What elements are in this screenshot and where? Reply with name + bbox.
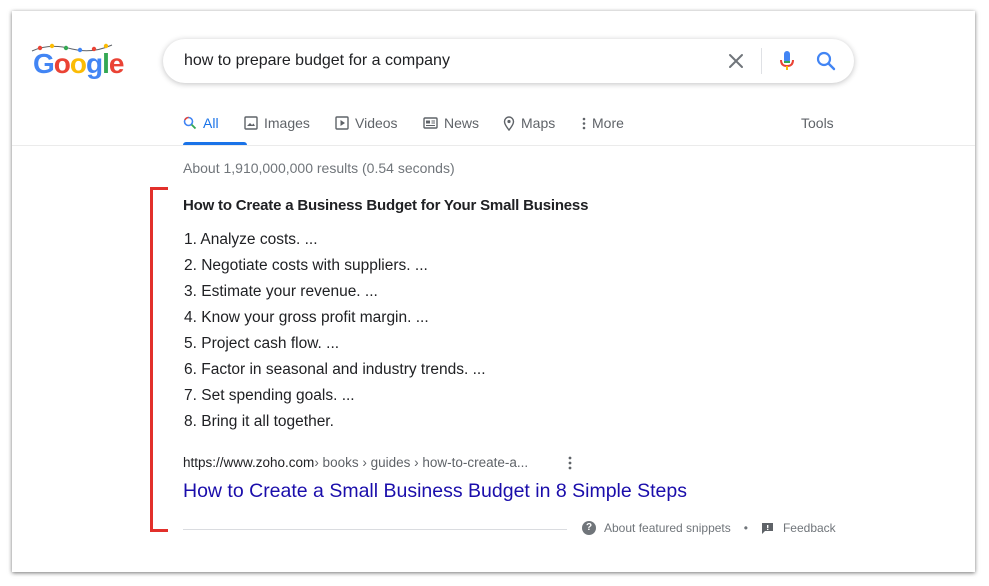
image-icon xyxy=(244,116,258,130)
tab-images[interactable]: Images xyxy=(244,115,310,145)
feedback-link[interactable]: Feedback xyxy=(783,521,836,535)
tab-label: All xyxy=(203,115,219,131)
list-item: 2. Negotiate costs with suppliers. ... xyxy=(184,257,428,274)
list-item: 1. Analyze costs. ... xyxy=(184,231,318,248)
tab-videos[interactable]: Videos xyxy=(335,115,398,145)
tab-more[interactable]: More xyxy=(582,115,624,145)
clear-icon[interactable] xyxy=(726,51,746,71)
result-title-link[interactable]: How to Create a Small Business Budget in… xyxy=(183,480,687,503)
list-item: 7. Set spending goals. ... xyxy=(184,387,355,404)
browser-page: Google how to prepare budget for a compa… xyxy=(12,11,975,572)
play-icon xyxy=(335,116,349,130)
search-divider xyxy=(761,48,762,74)
snippet-footer-divider xyxy=(183,529,567,530)
tab-label: Maps xyxy=(521,115,556,131)
cite-domain: https://www.zoho.com xyxy=(183,455,315,470)
google-logo[interactable]: Google xyxy=(33,49,124,79)
tab-maps[interactable]: Maps xyxy=(503,115,555,145)
tab-label: News xyxy=(444,115,480,131)
list-item: 8. Bring it all together. xyxy=(184,413,334,430)
list-item: 4. Know your gross profit margin. ... xyxy=(184,309,429,326)
feedback-icon xyxy=(761,522,773,534)
tab-label: Videos xyxy=(355,115,398,131)
footer-separator: • xyxy=(743,521,748,535)
cite-path: › books › guides › how-to-create-a... xyxy=(314,455,529,470)
tab-label: More xyxy=(592,115,624,131)
search-icon[interactable] xyxy=(815,50,837,72)
list-item: 6. Factor in seasonal and industry trend… xyxy=(184,361,486,378)
result-url[interactable]: https://www.zoho.com › books › guides › … xyxy=(183,455,528,470)
search-box[interactable]: how to prepare budget for a company xyxy=(163,39,854,83)
highlight-bracket xyxy=(150,187,168,532)
result-stats: About 1,910,000,000 results (0.54 second… xyxy=(183,160,455,176)
news-icon xyxy=(423,117,438,129)
more-options-icon[interactable] xyxy=(566,455,574,471)
snippet-heading: How to Create a Business Budget for Your… xyxy=(183,197,589,214)
list-item: 3. Estimate your revenue. ... xyxy=(184,283,378,300)
tabs-divider xyxy=(12,145,975,146)
list-item: 5. Project cash flow. ... xyxy=(184,335,340,352)
map-pin-icon xyxy=(503,116,515,131)
search-icon xyxy=(183,116,197,130)
snippet-footer: ? About featured snippets • Feedback xyxy=(582,521,836,535)
tools-button[interactable]: Tools xyxy=(801,115,834,131)
tab-label: Images xyxy=(264,115,310,131)
about-snippets-link[interactable]: About featured snippets xyxy=(604,521,731,535)
snippet-step-list: 1. Analyze costs. ... 2. Negotiate costs… xyxy=(184,230,486,438)
search-input[interactable]: how to prepare budget for a company xyxy=(184,52,450,70)
more-vert-icon xyxy=(582,117,586,130)
tab-all[interactable]: All xyxy=(183,115,219,145)
microphone-icon[interactable] xyxy=(777,50,797,72)
help-icon: ? xyxy=(582,521,596,535)
tab-news[interactable]: News xyxy=(423,115,479,145)
